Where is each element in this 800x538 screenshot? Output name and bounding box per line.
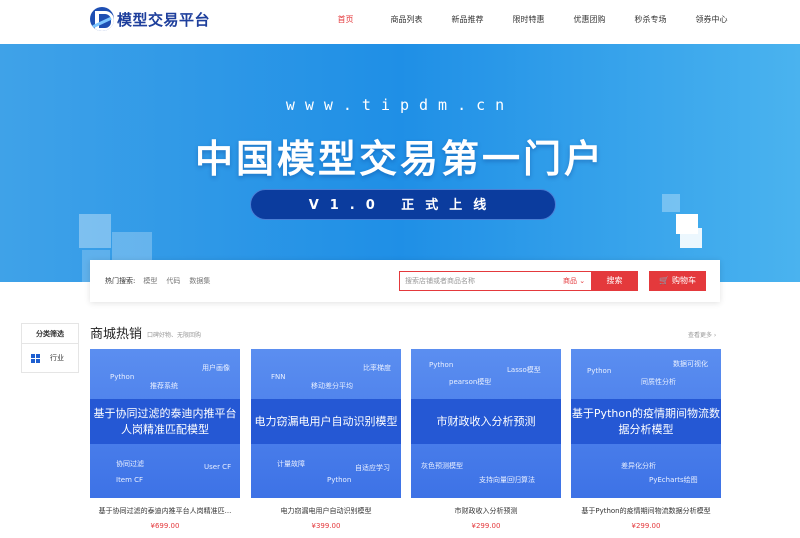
keyword-tag: Item CF [116, 476, 144, 484]
search-category-select[interactable]: 商品 ⌄ [563, 271, 593, 291]
main-nav: 首页 商品列表 新品推荐 限时特惠 优惠团购 秒杀专场 领券中心 [315, 14, 742, 25]
product-name[interactable]: 市财政收入分析预测 [411, 506, 561, 516]
view-more-link[interactable]: 查看更多 › [688, 330, 716, 339]
keyword-tag: 比率梯度 [363, 364, 391, 372]
banner-title: 中国模型交易第一门户 [194, 137, 605, 181]
keyword-tag: pearson模型 [449, 378, 492, 386]
keyword-tag: Lasso模型 [507, 366, 541, 374]
product-banner-text: 电力窃漏电用户自动识别模型 [251, 399, 401, 444]
product-name[interactable]: 电力窃漏电用户自动识别模型 [251, 506, 401, 516]
keyword-tag: 推荐系统 [150, 382, 178, 390]
nav-flash-sale[interactable]: 秒杀专场 [620, 14, 681, 25]
keyword-tag: FNN [271, 373, 286, 381]
chevron-down-icon: ⌄ [579, 277, 586, 285]
category-filter: 分类筛选 行业 [21, 323, 79, 373]
keyword-tag: Python [429, 361, 454, 369]
section-subtitle: 口碑好物、无限回购 [147, 332, 202, 339]
cart-icon: 🛒 [659, 276, 669, 285]
product-name[interactable]: 基于协同过滤的泰迪内推平台人岗精准匹... [90, 506, 240, 516]
banner-url: www.tipdm.cn [285, 96, 515, 114]
banner-pill: V1.0 正式上线 [250, 189, 556, 220]
grid-icon [31, 353, 40, 363]
product-banner-text: 基于Python的疫情期间物流数据分析模型 [571, 399, 721, 444]
category-filter-title: 分类筛选 [22, 324, 78, 344]
product-price: ¥399.00 [311, 522, 341, 530]
keyword-tag: 移动差分平均 [311, 382, 353, 390]
nav-home[interactable]: 首页 [315, 14, 376, 25]
product-card[interactable]: Python Lasso模型 pearson模型 市财政收入分析预测 灰色预测模… [411, 349, 561, 498]
product-banner-text: 基于协同过滤的泰迪内推平台人岗精准匹配模型 [90, 399, 240, 444]
product-banner-text: 市财政收入分析预测 [411, 399, 561, 444]
keyword-tag: 自适应学习 [355, 464, 390, 472]
product-name[interactable]: 基于Python的疫情期间物流数据分析模型 [571, 506, 721, 516]
product-price: ¥699.00 [150, 522, 180, 530]
keyword-tag: User CF [204, 463, 232, 471]
hot-search-item[interactable]: 代码 [166, 276, 180, 286]
search-button[interactable]: 搜索 [591, 271, 638, 291]
keyword-tag: Python [327, 476, 352, 484]
keyword-tag: 同质性分析 [641, 378, 676, 386]
product-price: ¥299.00 [471, 522, 501, 530]
logo-text: 模型交易平台 [117, 10, 211, 29]
top-header: 模型交易平台 首页 商品列表 新品推荐 限时特惠 优惠团购 秒杀专场 领券中心 [0, 0, 800, 44]
decor-square [662, 194, 680, 212]
decor-square [79, 214, 111, 248]
keyword-tag: 用户画像 [202, 364, 230, 372]
keyword-tag: Python [110, 373, 135, 381]
keyword-tag: Python [587, 367, 612, 375]
keyword-tag: PyEcharts绘图 [649, 476, 698, 484]
keyword-tag: 差异化分析 [621, 462, 656, 470]
search-bar: 热门搜索: 模型 代码 数据集 搜索店铺或者商品名称 商品 ⌄ 搜索 🛒 购物车 [90, 260, 720, 302]
cart-label: 购物车 [671, 276, 696, 285]
nav-group-buy[interactable]: 优惠团购 [559, 14, 620, 25]
nav-limited-offers[interactable]: 限时特惠 [498, 14, 559, 25]
category-item-industry[interactable]: 行业 [22, 344, 78, 363]
product-card[interactable]: 用户画像 Python 推荐系统 基于协同过滤的泰迪内推平台人岗精准匹配模型 协… [90, 349, 240, 498]
hot-search-item[interactable]: 模型 [143, 276, 157, 286]
keyword-tag: 协同过滤 [116, 460, 144, 468]
keyword-tag: 计量故障 [277, 460, 305, 468]
logo-icon [90, 7, 114, 31]
nav-coupon-center[interactable]: 领券中心 [681, 14, 742, 25]
cart-button[interactable]: 🛒 购物车 [649, 271, 706, 291]
keyword-tag: 数据可视化 [673, 360, 708, 368]
hot-search-label: 热门搜索: [105, 277, 136, 285]
nav-product-list[interactable]: 商品列表 [376, 14, 437, 25]
search-category-label: 商品 [563, 277, 577, 285]
keyword-tag: 灰色预测模型 [421, 462, 463, 470]
section-title: 商城热销 [90, 327, 143, 342]
hero-banner[interactable]: www.tipdm.cn 中国模型交易第一门户 V1.0 正式上线 [0, 44, 800, 282]
hot-search: 热门搜索: 模型 代码 数据集 [105, 276, 219, 286]
product-card[interactable]: 比率梯度 FNN 移动差分平均 电力窃漏电用户自动识别模型 计量故障 自适应学习… [251, 349, 401, 498]
product-card[interactable]: 数据可视化 Python 同质性分析 基于Python的疫情期间物流数据分析模型… [571, 349, 721, 498]
nav-new-products[interactable]: 新品推荐 [437, 14, 498, 25]
category-item-label: 行业 [50, 354, 64, 362]
logo[interactable]: 模型交易平台 [90, 7, 210, 31]
hot-search-item[interactable]: 数据集 [189, 276, 210, 286]
product-price: ¥299.00 [631, 522, 661, 530]
decor-square [680, 228, 702, 248]
keyword-tag: 支持向量回归算法 [479, 476, 535, 484]
